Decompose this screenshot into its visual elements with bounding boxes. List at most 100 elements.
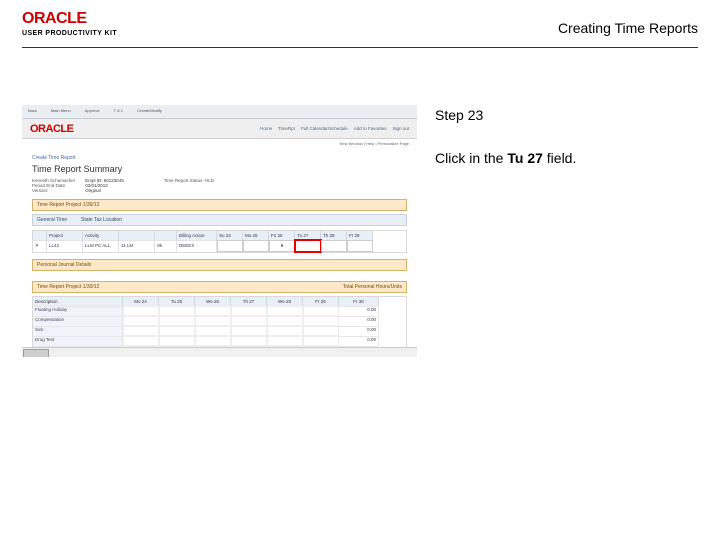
project-cell[interactable]: LL42 xyxy=(47,240,83,252)
menu-item[interactable]: Main Menu xyxy=(51,108,71,118)
fri26-input[interactable]: 6 xyxy=(269,240,295,252)
tab-calendar[interactable]: Full Calendar/Schedule xyxy=(301,126,348,131)
row-marker[interactable]: ✕ xyxy=(33,240,47,252)
cell[interactable] xyxy=(123,326,159,336)
col2-d3: We 26 xyxy=(195,297,231,306)
col-sel xyxy=(155,231,177,240)
app-menubar: Back Main Menu Approve T & L Create/Modi… xyxy=(22,105,417,119)
col-fri26: Fri 26 xyxy=(269,231,295,240)
personal-band: Time Report Project 1/30/12 Total Person… xyxy=(32,281,407,293)
cell[interactable] xyxy=(267,336,303,346)
doc-title: Creating Time Reports xyxy=(558,20,698,36)
instruction-text: Click in the Tu 27 field. xyxy=(435,149,698,168)
version-value: Original xyxy=(85,188,101,193)
sel-cell[interactable]: Sk xyxy=(155,240,177,252)
journal-band: Personal Journal Details xyxy=(32,259,407,271)
horizontal-scrollbar[interactable] xyxy=(22,347,417,357)
col2-desc: Description xyxy=(33,297,123,306)
col-billing-action: Billing Action xyxy=(177,231,217,240)
cell[interactable] xyxy=(195,316,231,326)
row-desc: Drug Test xyxy=(33,336,123,346)
cell[interactable] xyxy=(267,326,303,336)
text-prefix: Click in the xyxy=(435,150,507,166)
list-item: Compensation 0.00 xyxy=(33,316,406,326)
app-screenshot: Back Main Menu Approve T & L Create/Modi… xyxy=(22,105,417,357)
col-activity: Activity xyxy=(83,231,119,240)
cell[interactable] xyxy=(303,326,339,336)
step-label: Step 23 xyxy=(435,107,698,123)
tab-home[interactable]: Home xyxy=(260,126,272,131)
cell[interactable] xyxy=(159,306,195,316)
th28-input[interactable] xyxy=(321,240,347,252)
summary-meta: Kenneth Schumacher Empl ID: 60123045 Per… xyxy=(32,178,407,193)
tab-timerpt[interactable]: TimeRpt xyxy=(278,126,295,131)
activity-cell[interactable]: LLM PC ALL xyxy=(83,240,119,252)
row-total: 0.00 xyxy=(339,306,379,316)
subtab-statetax[interactable]: State Tax Location xyxy=(81,217,122,223)
col-project: Project xyxy=(47,231,83,240)
oracle-logo: ORACLE xyxy=(22,10,117,28)
col-fr29: Fr 29 xyxy=(347,231,373,240)
cell[interactable] xyxy=(195,306,231,316)
logo-subtitle: USER PRODUCTIVITY KIT xyxy=(22,30,117,37)
col-marker xyxy=(33,231,47,240)
cell[interactable] xyxy=(267,316,303,326)
cell[interactable] xyxy=(231,326,267,336)
subtab-general[interactable]: General Time xyxy=(37,217,67,223)
row-total: 0.00 xyxy=(339,316,379,326)
brand-block: ORACLE USER PRODUCTIVITY KIT xyxy=(22,10,117,37)
hours-band: Time Report Project 1/30/12 xyxy=(32,199,407,211)
cell[interactable] xyxy=(231,316,267,326)
mo25-input[interactable] xyxy=(243,240,269,252)
personal-band-right: Total Personal Hours/Units xyxy=(343,284,402,290)
menu-item[interactable]: T & L xyxy=(114,108,124,118)
version-label: Version: xyxy=(32,188,84,193)
row-total: 0.00 xyxy=(339,336,379,346)
cell[interactable] xyxy=(123,336,159,346)
actiontype-cell[interactable]: 11 LM xyxy=(119,240,155,252)
cell[interactable] xyxy=(195,336,231,346)
col-su24: Su 24 xyxy=(217,231,243,240)
tab-signout[interactable]: Sign out xyxy=(392,126,409,131)
tab-favorites[interactable]: Add to Favorites xyxy=(354,126,387,131)
instruction-pane: Step 23 Click in the Tu 27 field. xyxy=(435,105,698,357)
tu27-input[interactable] xyxy=(295,240,321,252)
menu-item[interactable]: Back xyxy=(28,108,37,118)
cell[interactable] xyxy=(195,326,231,336)
col2-d6: Fr 29 xyxy=(303,297,339,306)
app-header: ORACLE Home TimeRpt Full Calendar/Schedu… xyxy=(22,119,417,139)
subtab-band: General Time State Tax Location xyxy=(32,214,407,226)
page-title: Time Report Summary xyxy=(32,164,407,174)
cell[interactable] xyxy=(231,306,267,316)
time-grid: Project Activity Billing Action Su 24 Mo… xyxy=(32,230,407,253)
cell[interactable] xyxy=(303,336,339,346)
cell[interactable] xyxy=(159,336,195,346)
col-th28: Th 28 xyxy=(321,231,347,240)
cell[interactable] xyxy=(159,316,195,326)
table-row: ✕ LL42 LLM PC ALL 11 LM Sk DEEEX 6 xyxy=(33,240,406,252)
text-suffix: field. xyxy=(543,150,576,166)
row-desc: Compensation xyxy=(33,316,123,326)
billing-cell[interactable]: DEEEX xyxy=(177,240,217,252)
cell[interactable] xyxy=(159,326,195,336)
list-item: Sick0.00 xyxy=(33,326,406,336)
su24-input[interactable] xyxy=(217,240,243,252)
col2-d4: Th 27 xyxy=(231,297,267,306)
cell[interactable] xyxy=(303,306,339,316)
cell[interactable] xyxy=(303,316,339,326)
menu-item[interactable]: Approve xyxy=(85,108,100,118)
fr29-input[interactable] xyxy=(347,240,373,252)
col-tu27: Tu 27 xyxy=(295,231,321,240)
status-value: HLD xyxy=(205,178,214,183)
col2-d1: Mo 24 xyxy=(123,297,159,306)
menu-item[interactable]: Create/Modify xyxy=(137,108,162,118)
cell[interactable] xyxy=(231,336,267,346)
cell[interactable] xyxy=(267,306,303,316)
col2-d7: Fr 30 xyxy=(339,297,379,306)
breadcrumb[interactable]: Create Time Report xyxy=(32,155,407,161)
cell[interactable] xyxy=(123,316,159,326)
col-mo25: Mo 25 xyxy=(243,231,269,240)
status-label: Time Report Status: xyxy=(164,178,204,183)
col-billing xyxy=(119,231,155,240)
cell[interactable] xyxy=(123,306,159,316)
